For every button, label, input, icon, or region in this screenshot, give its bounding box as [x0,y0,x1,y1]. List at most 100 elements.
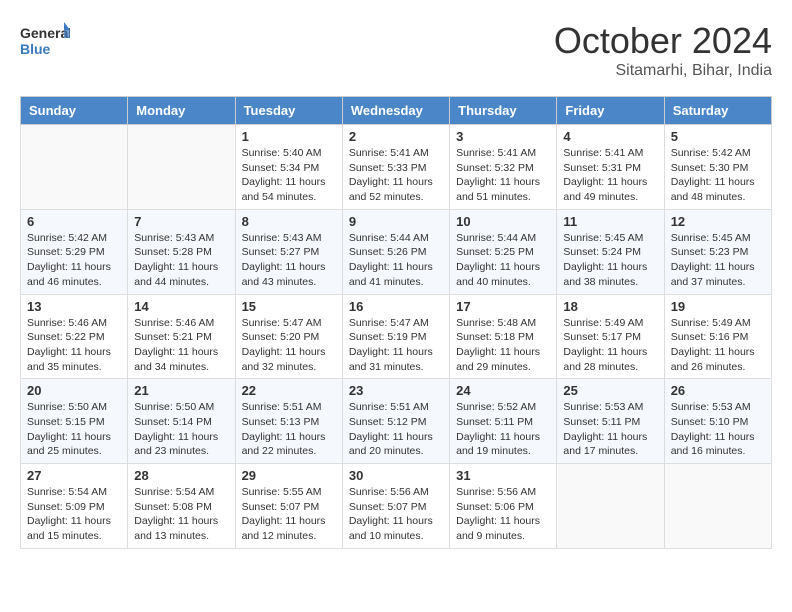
cell-content: Sunrise: 5:41 AM Sunset: 5:32 PM Dayligh… [456,146,550,205]
logo-icon: General Blue [20,20,70,60]
calendar-cell: 23 Sunrise: 5:51 AM Sunset: 5:12 PM Dayli… [342,379,449,464]
cell-content: Sunrise: 5:53 AM Sunset: 5:10 PM Dayligh… [671,400,765,459]
calendar-cell: 21Sunrise: 5:50 AM Sunset: 5:14 PM Dayli… [128,379,235,464]
calendar-cell: 29Sunrise: 5:55 AM Sunset: 5:07 PM Dayli… [235,464,342,549]
calendar-cell [21,125,128,210]
day-number: 17 [456,299,550,314]
day-number: 11 [563,214,657,229]
day-header-wednesday: Wednesday [342,97,449,125]
calendar-cell: 8 Sunrise: 5:43 AM Sunset: 5:27 PM Daylig… [235,209,342,294]
cell-content: Sunrise: 5:48 AM Sunset: 5:18 PM Dayligh… [456,316,550,375]
cell-content: Sunrise: 5:49 AM Sunset: 5:17 PM Dayligh… [563,316,657,375]
day-number: 4 [563,129,657,144]
cell-content: Sunrise: 5:43 AM Sunset: 5:28 PM Dayligh… [134,231,228,290]
calendar-cell: 16 Sunrise: 5:47 AM Sunset: 5:19 PM Dayli… [342,294,449,379]
day-number: 31 [456,468,550,483]
cell-content: Sunrise: 5:43 AM Sunset: 5:27 PM Dayligh… [242,231,336,290]
calendar-week-4: 20 Sunrise: 5:50 AM Sunset: 5:15 PM Dayli… [21,379,772,464]
calendar-cell: 6Sunrise: 5:42 AM Sunset: 5:29 PM Daylig… [21,209,128,294]
cell-content: Sunrise: 5:45 AM Sunset: 5:23 PM Dayligh… [671,231,765,290]
month-title: October 2024 [554,20,772,62]
cell-content: Sunrise: 5:44 AM Sunset: 5:26 PM Dayligh… [349,231,443,290]
calendar-week-3: 13Sunrise: 5:46 AM Sunset: 5:22 PM Dayli… [21,294,772,379]
cell-content: Sunrise: 5:55 AM Sunset: 5:07 PM Dayligh… [242,485,336,544]
day-number: 28 [134,468,228,483]
calendar-header-row: SundayMondayTuesdayWednesdayThursdayFrid… [21,97,772,125]
cell-content: Sunrise: 5:56 AM Sunset: 5:06 PM Dayligh… [456,485,550,544]
cell-content: Sunrise: 5:56 AM Sunset: 5:07 PM Dayligh… [349,485,443,544]
day-number: 5 [671,129,765,144]
cell-content: Sunrise: 5:54 AM Sunset: 5:09 PM Dayligh… [27,485,121,544]
cell-content: Sunrise: 5:53 AM Sunset: 5:11 PM Dayligh… [563,400,657,459]
calendar-cell: 24Sunrise: 5:52 AM Sunset: 5:11 PM Dayli… [450,379,557,464]
calendar-cell [128,125,235,210]
cell-content: Sunrise: 5:47 AM Sunset: 5:19 PM Dayligh… [349,316,443,375]
svg-text:Blue: Blue [20,41,51,57]
calendar-body: 1Sunrise: 5:40 AM Sunset: 5:34 PM Daylig… [21,125,772,549]
cell-content: Sunrise: 5:54 AM Sunset: 5:08 PM Dayligh… [134,485,228,544]
calendar-cell: 28 Sunrise: 5:54 AM Sunset: 5:08 PM Dayli… [128,464,235,549]
day-number: 27 [27,468,121,483]
day-number: 21 [134,383,228,398]
day-number: 16 [349,299,443,314]
day-number: 15 [242,299,336,314]
logo: General Blue [20,20,70,60]
calendar-cell: 20 Sunrise: 5:50 AM Sunset: 5:15 PM Dayli… [21,379,128,464]
day-header-thursday: Thursday [450,97,557,125]
calendar-cell: 18Sunrise: 5:49 AM Sunset: 5:17 PM Dayli… [557,294,664,379]
day-number: 13 [27,299,121,314]
calendar-cell [557,464,664,549]
cell-content: Sunrise: 5:45 AM Sunset: 5:24 PM Dayligh… [563,231,657,290]
calendar-cell: 13Sunrise: 5:46 AM Sunset: 5:22 PM Dayli… [21,294,128,379]
day-number: 25 [563,383,657,398]
cell-content: Sunrise: 5:47 AM Sunset: 5:20 PM Dayligh… [242,316,336,375]
day-number: 30 [349,468,443,483]
day-number: 23 [349,383,443,398]
calendar-cell: 4 Sunrise: 5:41 AM Sunset: 5:31 PM Daylig… [557,125,664,210]
calendar-cell: 5 Sunrise: 5:42 AM Sunset: 5:30 PM Daylig… [664,125,771,210]
calendar-cell: 1Sunrise: 5:40 AM Sunset: 5:34 PM Daylig… [235,125,342,210]
day-number: 9 [349,214,443,229]
cell-content: Sunrise: 5:51 AM Sunset: 5:13 PM Dayligh… [242,400,336,459]
page-header: General Blue October 2024 Sitamarhi, Bih… [20,20,772,80]
calendar-cell: 12Sunrise: 5:45 AM Sunset: 5:23 PM Dayli… [664,209,771,294]
day-number: 8 [242,214,336,229]
day-number: 3 [456,129,550,144]
cell-content: Sunrise: 5:40 AM Sunset: 5:34 PM Dayligh… [242,146,336,205]
calendar-cell: 27 Sunrise: 5:54 AM Sunset: 5:09 PM Dayli… [21,464,128,549]
cell-content: Sunrise: 5:46 AM Sunset: 5:21 PM Dayligh… [134,316,228,375]
calendar-cell: 17 Sunrise: 5:48 AM Sunset: 5:18 PM Dayli… [450,294,557,379]
cell-content: Sunrise: 5:51 AM Sunset: 5:12 PM Dayligh… [349,400,443,459]
day-number: 19 [671,299,765,314]
calendar-cell: 9 Sunrise: 5:44 AM Sunset: 5:26 PM Daylig… [342,209,449,294]
day-number: 26 [671,383,765,398]
day-header-tuesday: Tuesday [235,97,342,125]
day-number: 20 [27,383,121,398]
title-block: October 2024 Sitamarhi, Bihar, India [554,20,772,80]
cell-content: Sunrise: 5:50 AM Sunset: 5:15 PM Dayligh… [27,400,121,459]
calendar-cell: 3 Sunrise: 5:41 AM Sunset: 5:32 PM Daylig… [450,125,557,210]
cell-content: Sunrise: 5:42 AM Sunset: 5:30 PM Dayligh… [671,146,765,205]
cell-content: Sunrise: 5:44 AM Sunset: 5:25 PM Dayligh… [456,231,550,290]
day-number: 24 [456,383,550,398]
day-number: 2 [349,129,443,144]
day-header-sunday: Sunday [21,97,128,125]
calendar-cell: 30 Sunrise: 5:56 AM Sunset: 5:07 PM Dayli… [342,464,449,549]
calendar-cell: 26 Sunrise: 5:53 AM Sunset: 5:10 PM Dayli… [664,379,771,464]
day-number: 10 [456,214,550,229]
day-number: 22 [242,383,336,398]
location: Sitamarhi, Bihar, India [554,62,772,80]
cell-content: Sunrise: 5:42 AM Sunset: 5:29 PM Dayligh… [27,231,121,290]
cell-content: Sunrise: 5:41 AM Sunset: 5:31 PM Dayligh… [563,146,657,205]
cell-content: Sunrise: 5:41 AM Sunset: 5:33 PM Dayligh… [349,146,443,205]
calendar-cell: 2 Sunrise: 5:41 AM Sunset: 5:33 PM Daylig… [342,125,449,210]
day-number: 7 [134,214,228,229]
calendar-cell: 7 Sunrise: 5:43 AM Sunset: 5:28 PM Daylig… [128,209,235,294]
calendar-cell: 19Sunrise: 5:49 AM Sunset: 5:16 PM Dayli… [664,294,771,379]
calendar-table: SundayMondayTuesdayWednesdayThursdayFrid… [20,96,772,549]
calendar-week-2: 6Sunrise: 5:42 AM Sunset: 5:29 PM Daylig… [21,209,772,294]
day-header-monday: Monday [128,97,235,125]
calendar-cell: 31 Sunrise: 5:56 AM Sunset: 5:06 PM Dayli… [450,464,557,549]
svg-text:General: General [20,25,70,41]
calendar-cell: 10 Sunrise: 5:44 AM Sunset: 5:25 PM Dayli… [450,209,557,294]
